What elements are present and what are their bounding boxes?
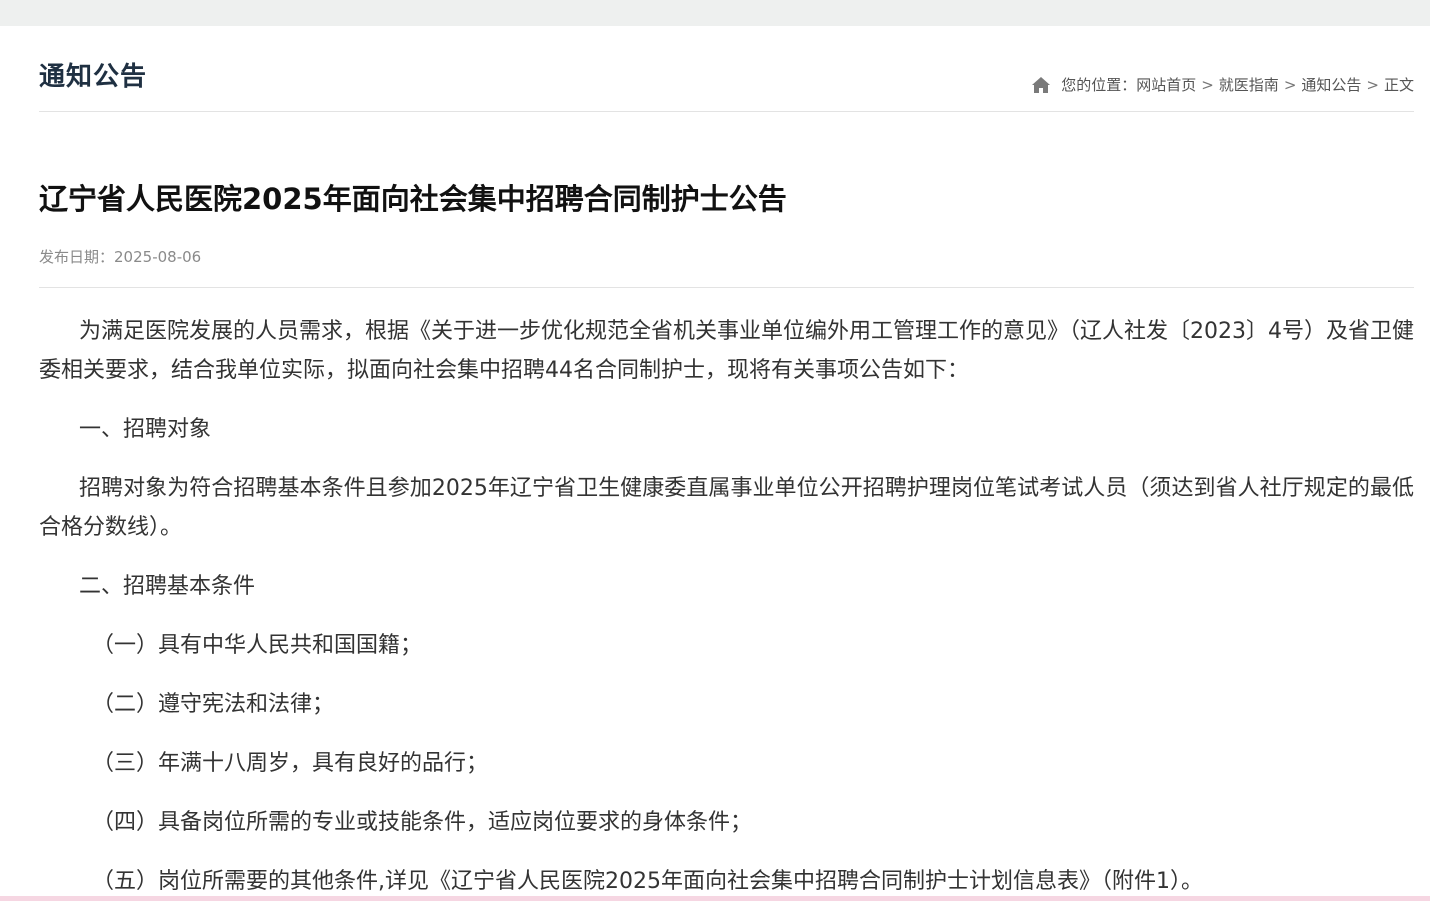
bottom-accent-line [0, 896, 1430, 901]
breadcrumb-separator: > [1366, 75, 1379, 94]
publish-date-label: 发布日期： [39, 248, 115, 266]
heading-recruit-target: 一、招聘对象 [79, 417, 212, 442]
condition-item-1: （一）具有中华人民共和国国籍； [92, 633, 423, 658]
breadcrumb-home-link[interactable]: 网站首页 [1136, 74, 1196, 95]
heading-basic-conditions: 二、招聘基本条件 [79, 574, 256, 599]
section-title: 通知公告 [39, 62, 148, 92]
condition-item-3: （三）年满十八周岁，具有良好的品行； [92, 751, 489, 776]
article-title: 辽宁省人民医院2025年面向社会集中招聘合同制护士公告 [39, 182, 787, 216]
publish-date: 2025-08-06 [114, 248, 202, 266]
breadcrumb-separator: > [1201, 75, 1214, 94]
top-bar [0, 0, 1430, 26]
condition-item-5: （五）岗位所需要的其他条件,详见《辽宁省人民医院2025年面向社会集中招聘合同制… [92, 869, 1203, 894]
condition-item-2: （二）遵守宪法和法律； [92, 692, 335, 717]
content-panel: 通知公告 您的位置： 网站首页 > 就医指南 > 通知公告 > 正文 辽宁省人民… [0, 26, 1430, 896]
breadcrumb-separator: > [1283, 75, 1297, 94]
intro-paragraph: 为满足医院发展的人员需求，根据《关于进一步优化规范全省机关事业单位编外用工管理工… [39, 319, 1414, 383]
section-header: 通知公告 您的位置： 网站首页 > 就医指南 > 通知公告 > 正文 [39, 26, 1414, 112]
breadcrumb-prefix: 您的位置： [1061, 76, 1137, 94]
home-icon[interactable] [1031, 76, 1051, 94]
breadcrumb-guide-link[interactable]: 就医指南 [1219, 74, 1279, 95]
article-body: 为满足医院发展的人员需求，根据《关于进一步优化规范全省机关事业单位编外用工管理工… [39, 312, 1414, 896]
publish-meta: 发布日期：2025-08-06 [39, 246, 1414, 288]
breadcrumb: 您的位置： 网站首页 > 就医指南 > 通知公告 > 正文 [1031, 74, 1414, 95]
recruit-target-paragraph: 招聘对象为符合招聘基本条件且参加2025年辽宁省卫生健康委直属事业单位公开招聘护… [39, 476, 1414, 540]
breadcrumb-notice-link[interactable]: 通知公告 [1301, 74, 1361, 95]
condition-item-4: （四）具备岗位所需的专业或技能条件，适应岗位要求的身体条件； [92, 810, 753, 835]
breadcrumb-current: 正文 [1383, 76, 1414, 94]
